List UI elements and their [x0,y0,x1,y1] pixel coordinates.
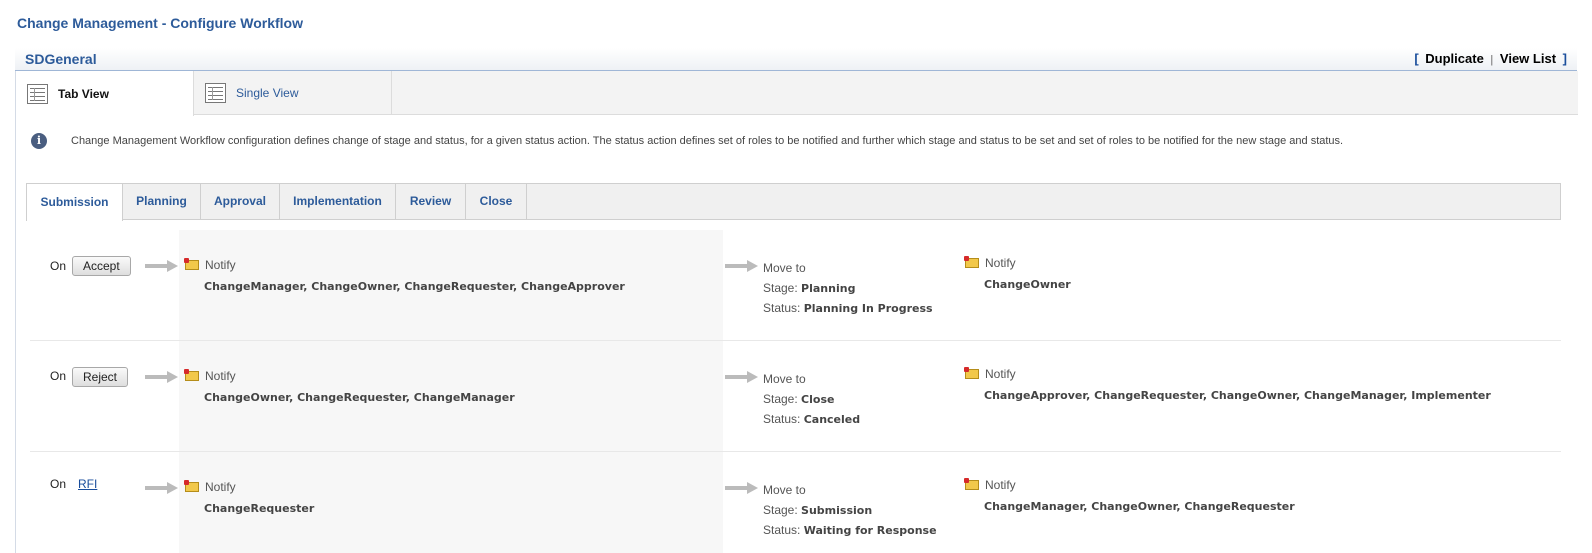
arrow-right-icon [725,371,758,383]
notify-label: Notify [205,480,236,494]
status-label: Status: [763,301,801,315]
move-to-block: Move to Stage: Planning Status: Planning… [763,258,933,318]
single-view-tab[interactable]: Single View [194,71,392,115]
tab-implementation[interactable]: Implementation [280,183,396,220]
template-header: SDGeneral [ Duplicate | View List ] [15,48,1577,71]
arrow-right-icon [145,260,178,272]
arrow-right-icon [145,371,178,383]
notify-label: Notify [205,369,236,383]
notify-roles: ChangeManager, ChangeOwner, ChangeReques… [984,500,1295,513]
info-icon: i [31,133,47,149]
mail-icon [964,478,979,490]
mail-icon [964,367,979,379]
template-name: SDGeneral [25,51,97,67]
move-to-label: Move to [763,372,806,386]
link-separator: | [1490,54,1494,66]
move-to-label: Move to [763,483,806,497]
duplicate-link[interactable]: Duplicate [1425,51,1484,66]
info-row: i Change Management Workflow configurati… [31,131,1561,151]
notify-roles: ChangeApprover, ChangeRequester, ChangeO… [984,389,1491,402]
on-label: On [50,477,67,491]
stage-label: Stage: [763,281,798,295]
notify-label: Notify [985,367,1016,381]
tab-view-label: Tab View [58,86,109,101]
accept-button[interactable]: Accept [72,256,131,276]
tab-close[interactable]: Close [466,183,527,220]
mail-icon [184,369,199,381]
stage-label: Stage: [763,392,798,406]
move-to-block: Move to Stage: Submission Status: Waitin… [763,480,937,540]
arrow-right-icon [725,482,758,494]
stage-value: Submission [801,504,873,517]
info-text: Change Management Workflow configuration… [71,135,1344,147]
grid-icon [27,83,48,104]
stage-label: Stage: [763,503,798,517]
stage-value: Close [801,393,835,406]
notify-before-block: Notify ChangeOwner, ChangeRequester, Cha… [184,369,515,404]
tab-submission[interactable]: Submission [26,183,123,221]
notify-before-block: Notify ChangeManager, ChangeOwner, Chang… [184,258,625,293]
list-icon [205,83,226,103]
view-tabs: Tab View Single View [16,71,1578,116]
view-list-link[interactable]: View List [1500,51,1556,66]
on-label: On [50,369,67,383]
on-label: On [50,259,67,273]
header-links: [ Duplicate | View List ] [1414,51,1567,66]
notify-label: Notify [985,256,1016,270]
reject-button[interactable]: Reject [72,367,129,387]
status-label: Status: [763,412,801,426]
notify-label: Notify [985,478,1016,492]
tab-review[interactable]: Review [396,183,466,220]
tab-view-tab[interactable]: Tab View [16,71,194,116]
arrow-right-icon [725,260,758,272]
status-value: Planning In Progress [803,302,933,315]
status-value: Canceled [803,413,861,426]
notify-roles: ChangeOwner [984,278,1071,291]
page-title: Change Management - Configure Workflow [17,15,303,31]
arrow-right-icon [145,482,178,494]
tab-approval[interactable]: Approval [201,183,280,220]
notify-after-block: Notify ChangeOwner [964,256,1071,291]
notify-roles: ChangeOwner, ChangeRequester, ChangeMana… [204,391,515,404]
content-frame: Tab View Single View i Change Management… [15,71,1578,553]
workflow-rule-row: On Accept Notify ChangeManager, ChangeOw… [30,230,1561,341]
notify-after-block: Notify ChangeManager, ChangeOwner, Chang… [964,478,1295,513]
move-to-label: Move to [763,261,806,275]
notify-roles: ChangeManager, ChangeOwner, ChangeReques… [204,280,625,293]
open-bracket: [ [1414,51,1419,66]
stage-tabs: Submission Planning Approval Implementat… [26,183,1561,221]
workflow-rule-row: On Reject Notify ChangeOwner, ChangeRequ… [30,341,1561,452]
notify-before-block: Notify ChangeRequester [184,480,315,515]
status-value: Waiting for Response [803,524,937,537]
workflow-rule-row: On RFI Notify ChangeRequester Move to St… [30,452,1561,553]
mail-icon [184,480,199,492]
single-view-label: Single View [236,86,299,100]
rfi-link[interactable]: RFI [78,477,97,491]
mail-icon [964,256,979,268]
stage-value: Planning [801,282,856,295]
notify-roles: ChangeRequester [204,502,315,515]
close-bracket: ] [1562,51,1567,66]
move-to-block: Move to Stage: Close Status: Canceled [763,369,860,429]
notify-after-block: Notify ChangeApprover, ChangeRequester, … [964,367,1491,402]
mail-icon [184,258,199,270]
status-label: Status: [763,523,801,537]
tab-planning[interactable]: Planning [123,183,201,220]
notify-label: Notify [205,258,236,272]
